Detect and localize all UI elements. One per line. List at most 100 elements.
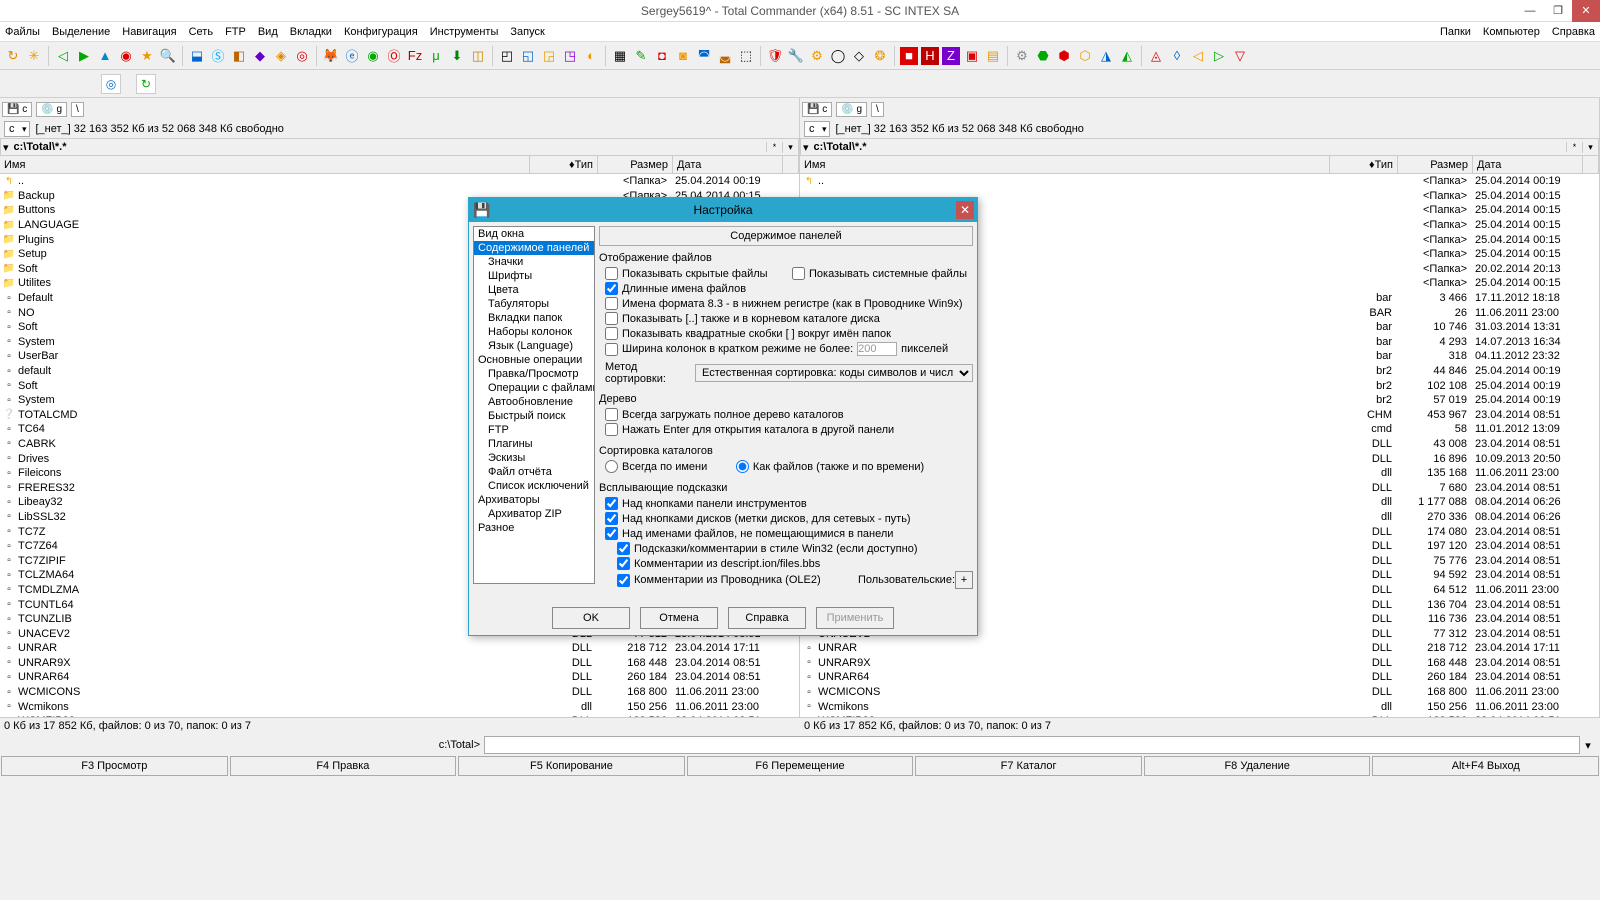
menu-item[interactable]: Компьютер <box>1483 26 1540 38</box>
favorites-button[interactable]: ▾ <box>1582 142 1598 153</box>
firefox-icon[interactable]: 🦊 <box>322 47 340 65</box>
tool-icon[interactable]: ▣ <box>963 47 981 65</box>
tree-item[interactable]: Разное <box>474 521 594 535</box>
apply-button[interactable]: Применить <box>816 607 894 629</box>
tool-icon[interactable]: ◇ <box>850 47 868 65</box>
tree-item[interactable]: Основные операции <box>474 353 594 367</box>
refresh-icon[interactable]: ↻ <box>4 47 22 65</box>
sort-byname-radio[interactable] <box>605 460 618 473</box>
help-button[interactable]: Справка <box>728 607 806 629</box>
drive-tab[interactable]: 💿 g <box>836 102 867 117</box>
tool-icon[interactable]: ◯ <box>829 47 847 65</box>
tree-item[interactable]: Операции с файлами <box>474 381 594 395</box>
tool-icon[interactable]: ◮ <box>1097 47 1115 65</box>
tool-icon[interactable]: ⬣ <box>1034 47 1052 65</box>
fn-button[interactable]: F5 Копирование <box>458 756 685 776</box>
path-text[interactable]: c:\Total\*.* <box>811 141 1566 153</box>
format83-checkbox[interactable] <box>605 297 618 310</box>
star-icon[interactable]: ★ <box>138 47 156 65</box>
tree-item[interactable]: Архиваторы <box>474 493 594 507</box>
menu-item[interactable]: Инструменты <box>430 26 499 38</box>
drive-combo[interactable]: c <box>4 121 30 137</box>
file-row[interactable]: ▫WCMICONSDLL168 80011.06.2011 23:00 <box>800 685 1599 700</box>
tooltip5-checkbox[interactable] <box>617 557 630 570</box>
maximize-button[interactable]: ❐ <box>1544 0 1572 22</box>
chrome-icon[interactable]: ◉ <box>364 47 382 65</box>
tree-enter-checkbox[interactable] <box>605 423 618 436</box>
play-icon[interactable]: ▶ <box>75 47 93 65</box>
tool-icon[interactable]: Z <box>942 47 960 65</box>
menu-item[interactable]: Конфигурация <box>344 26 418 38</box>
save-icon[interactable]: 💾 <box>473 202 490 219</box>
dialog-close-button[interactable]: ✕ <box>956 201 974 219</box>
tool-icon[interactable]: ◈ <box>272 47 290 65</box>
search-icon[interactable]: 🔍 <box>159 47 177 65</box>
tree-item[interactable]: FTP <box>474 423 594 437</box>
tool-icon[interactable]: ■ <box>900 47 918 65</box>
tool-icon[interactable]: ◳ <box>561 47 579 65</box>
tool-icon[interactable]: ◎ <box>293 47 311 65</box>
tree-item[interactable]: Плагины <box>474 437 594 451</box>
show-hidden-checkbox[interactable] <box>605 267 618 280</box>
tool-icon[interactable]: ⬡ <box>1076 47 1094 65</box>
tool-icon[interactable]: ⬇ <box>448 47 466 65</box>
tool-icon[interactable]: ◫ <box>469 47 487 65</box>
menu-item[interactable]: Папки <box>1440 26 1471 38</box>
menu-item[interactable]: Выделение <box>52 26 110 38</box>
tool-icon[interactable]: ◧ <box>230 47 248 65</box>
tool-icon[interactable]: ◘ <box>653 47 671 65</box>
menu-item[interactable]: Сеть <box>189 26 213 38</box>
fn-button[interactable]: F4 Правка <box>230 756 457 776</box>
file-header[interactable]: Имя ♦Тип Размер Дата <box>0 156 799 174</box>
tool-icon[interactable]: ◱ <box>519 47 537 65</box>
drive-tab[interactable]: 💿 g <box>36 102 67 117</box>
tree-item[interactable]: Список исключений <box>474 479 594 493</box>
favorites-button[interactable]: ▾ <box>782 142 798 153</box>
show-system-checkbox[interactable] <box>792 267 805 280</box>
tree-item[interactable]: Табуляторы <box>474 297 594 311</box>
long-names-checkbox[interactable] <box>605 282 618 295</box>
tree-item[interactable]: Эскизы <box>474 451 594 465</box>
sun-icon[interactable]: ✳ <box>25 47 43 65</box>
custom-plus-button[interactable]: + <box>955 571 973 589</box>
tree-item[interactable]: Архиватор ZIP <box>474 507 594 521</box>
file-row[interactable]: ▫UNRAR9XDLL168 44823.04.2014 08:51 <box>800 656 1599 671</box>
drive-tab[interactable]: \ <box>871 102 884 117</box>
menu-item[interactable]: Вкладки <box>290 26 332 38</box>
brackets-checkbox[interactable] <box>605 327 618 340</box>
tool-icon[interactable]: ▷ <box>1210 47 1228 65</box>
tool-icon[interactable]: ◰ <box>498 47 516 65</box>
tool-icon[interactable]: ◆ <box>251 47 269 65</box>
tool-icon[interactable]: ⬢ <box>1055 47 1073 65</box>
tree-full-checkbox[interactable] <box>605 408 618 421</box>
ok-button[interactable]: OK <box>552 607 630 629</box>
menu-item[interactable]: Навигация <box>122 26 176 38</box>
tool-icon[interactable]: ◚ <box>695 47 713 65</box>
tool-icon[interactable]: ◁ <box>1189 47 1207 65</box>
file-header[interactable]: Имя ♦Тип Размер Дата <box>800 156 1599 174</box>
tool-icon[interactable]: ◊ <box>1168 47 1186 65</box>
fn-button[interactable]: F6 Перемещение <box>687 756 914 776</box>
tooltip1-checkbox[interactable] <box>605 497 618 510</box>
tool-icon[interactable]: ▤ <box>984 47 1002 65</box>
tool-icon[interactable]: ◬ <box>1147 47 1165 65</box>
drive-tab[interactable]: \ <box>71 102 84 117</box>
tool-icon[interactable]: ❂ <box>871 47 889 65</box>
tree-item[interactable]: Автообновление <box>474 395 594 409</box>
refresh-icon[interactable]: ↻ <box>136 74 156 94</box>
tooltip6-checkbox[interactable] <box>617 574 630 587</box>
drive-combo[interactable]: c <box>804 121 830 137</box>
drive-tab[interactable]: 💾 c <box>2 102 32 117</box>
up-icon[interactable]: ▲ <box>96 47 114 65</box>
menu-item[interactable]: Справка <box>1552 26 1595 38</box>
file-row[interactable]: ▫UNRAR9XDLL168 44823.04.2014 08:51 <box>0 656 799 671</box>
tool-icon[interactable]: ▽ <box>1231 47 1249 65</box>
skype-icon[interactable]: Ⓢ <box>209 47 227 65</box>
sort-asfiles-radio[interactable] <box>736 460 749 473</box>
tool-icon[interactable]: H <box>921 47 939 65</box>
tree-item[interactable]: Вкладки папок <box>474 311 594 325</box>
torrent-icon[interactable]: μ <box>427 47 445 65</box>
tool-icon[interactable]: ◛ <box>716 47 734 65</box>
file-row[interactable]: ▫Wcmikonsdll150 25611.06.2011 23:00 <box>0 699 799 714</box>
tree-item[interactable]: Содержимое панелей <box>474 241 594 255</box>
